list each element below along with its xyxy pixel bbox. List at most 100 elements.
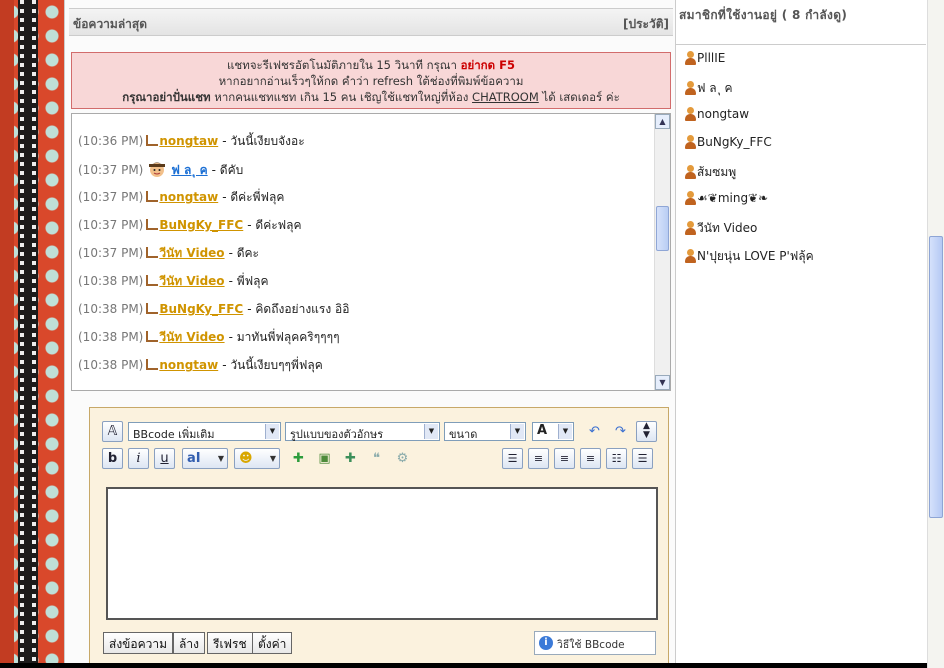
insert-image-icon[interactable]: ▣ <box>314 448 335 469</box>
chatroom-link[interactable]: CHATROOM <box>472 90 539 104</box>
member-item[interactable]: วีนัท Video <box>684 219 757 237</box>
chevron-down-icon: ▼ <box>265 424 279 439</box>
message-nick[interactable]: วีนัท Video <box>159 274 224 288</box>
message-text: - พี่ฟลุค <box>228 274 269 288</box>
bold-icon[interactable]: b <box>102 448 123 469</box>
decorative-side-strip <box>0 0 64 668</box>
strip-edge <box>0 0 14 668</box>
member-name: ฟ ล ุ ค <box>697 81 733 95</box>
chat-message: (10:38 PM) วีนัท Video - พี่ฟลุค <box>78 272 269 290</box>
message-nick[interactable]: nongtaw <box>159 134 218 148</box>
chat-title: ข้อความล่าสุด <box>73 17 148 31</box>
member-item[interactable]: ฟ ล ุ ค <box>684 79 733 97</box>
chat-message: (10:38 PM) nongtaw - วันนี้เงียบๆๆพี่ฟลุค <box>78 356 323 374</box>
clear-button[interactable]: ล้าง <box>173 632 205 654</box>
member-item[interactable]: ☙❦ming❦❧ <box>684 191 768 209</box>
user-icon <box>684 107 696 121</box>
message-nick[interactable]: nongtaw <box>159 190 218 204</box>
ordered-list-icon[interactable]: ☷ <box>606 448 627 469</box>
message-nick[interactable]: วีนัท Video <box>159 246 224 260</box>
scroll-thumb[interactable] <box>656 206 669 251</box>
user-badge-icon <box>146 359 159 370</box>
user-badge-icon <box>146 331 159 342</box>
message-nick[interactable]: วีนัท Video <box>159 330 224 344</box>
font-style-icon[interactable]: 𝔸 <box>102 421 123 442</box>
send-button[interactable]: ส่งข้อความ <box>103 632 174 654</box>
chat-message: (10:37 PM) BuNgKy_FFC - ดีค่ะฟลุค <box>78 216 302 234</box>
user-icon <box>684 135 696 149</box>
smiley-icon[interactable]: ☻ ▼ <box>234 448 280 469</box>
font-select-value: รูปแบบของตัวอักษร <box>290 428 384 441</box>
history-link[interactable]: [ประวัติ] <box>623 15 669 34</box>
message-time: (10:38 PM) <box>78 302 144 316</box>
align-left-icon[interactable]: ≡ <box>528 448 549 469</box>
italic-icon[interactable]: i <box>128 448 149 469</box>
message-text: - ดีค่ะฟลุค <box>247 218 302 232</box>
align-center-icon[interactable]: ≡ <box>554 448 575 469</box>
chevron-down-icon: ▼ <box>510 424 524 439</box>
message-editor: 𝔸 BBcode เพิ่มเติม ▼ รูปแบบของตัวอักษร ▼… <box>89 407 669 665</box>
member-item[interactable]: BuNgKy_FFC <box>684 135 772 153</box>
text-color-select[interactable]: A ▼ <box>532 422 574 441</box>
user-icon <box>684 191 696 205</box>
user-icon <box>684 165 696 179</box>
resize-icon[interactable]: ▲ ▼ <box>636 421 657 442</box>
member-name: BuNgKy_FFC <box>697 135 772 149</box>
chevron-down-icon: ▼ <box>269 454 276 463</box>
message-text: - คิดถึงอย่างแรง อิอิ <box>247 302 350 316</box>
member-item[interactable]: N'ปุยนุ่น LOVE P'ฟลุ้ค <box>684 247 814 265</box>
chevron-down-icon: ▼ <box>217 454 224 463</box>
redo-icon[interactable]: ↷ <box>610 421 631 442</box>
member-name: nongtaw <box>697 107 750 121</box>
notice-line-1-text: แชทจะรีเฟชรอัตโนมัติภายใน 15 วินาที กรุณ… <box>227 58 457 72</box>
member-item[interactable]: ส้มซมพู <box>684 163 736 181</box>
chevron-down-icon: ▼ <box>558 424 572 439</box>
chat-messages[interactable]: (10:36 PM) nongtaw - วันนี้เงียบจังอะ (10:3… <box>71 113 671 391</box>
message-textarea[interactable] <box>106 487 658 620</box>
insert-link-icon[interactable]: ✚ <box>288 448 309 469</box>
size-select[interactable]: ขนาด ▼ <box>444 422 526 441</box>
bullet-list-icon[interactable]: ☰ <box>632 448 653 469</box>
notice-line-2: หากอยากอ่านเร็วๆให้กด คำว่า refresh ใต้ช… <box>218 74 524 88</box>
underline-icon[interactable]: u <box>154 448 175 469</box>
indent-icon[interactable]: ☰ <box>502 448 523 469</box>
members-column: สมาชิกที่ใช้งานอยู่ ( 8 กำลังดู) PlllIE ฟ… <box>675 0 928 668</box>
chat-column: ข้อความล่าสุด [ประวัติ] แชทจะรีเฟชรอัตโน… <box>65 0 675 668</box>
chevron-down-icon: ▼ <box>424 424 438 439</box>
align-right-icon[interactable]: ≡ <box>580 448 601 469</box>
refresh-button[interactable]: รีเฟรช <box>207 632 253 654</box>
message-text: - วันนี้เงียบๆๆพี่ฟลุค <box>222 358 323 372</box>
chat-scrollbar[interactable]: ▲ ▼ <box>654 114 670 390</box>
bbcode-select[interactable]: BBcode เพิ่มเติม ▼ <box>128 422 281 441</box>
message-nick[interactable]: ฟ ล ุ ค <box>171 163 207 177</box>
window-scroll-thumb[interactable] <box>929 236 943 518</box>
bbcode-select-value: BBcode เพิ่มเติม <box>133 428 215 441</box>
notice-line-3: กรุณาอย่าปั่นแชท หากคนแชทแชท เกิน 15 คน … <box>72 89 670 105</box>
user-badge-icon <box>146 247 159 258</box>
scroll-up-button[interactable]: ▲ <box>655 114 670 129</box>
font-select[interactable]: รูปแบบของตัวอักษร ▼ <box>285 422 440 441</box>
bbcode-help-button[interactable]: i วิธีใช้ BBcode <box>534 631 656 655</box>
settings-button[interactable]: ตั้งค่า <box>252 632 293 654</box>
message-text: - มาทันพี่ฟลุคคริๆๆๆๆ <box>228 330 340 344</box>
member-name: PlllIE <box>697 51 726 65</box>
window-scrollbar[interactable] <box>927 0 944 668</box>
member-item[interactable]: nongtaw <box>684 107 749 125</box>
chat-message: (10:37 PM) nongtaw - ดีค่ะพี่ฟลุค <box>78 188 284 206</box>
message-nick[interactable]: BuNgKy_FFC <box>159 302 243 316</box>
code-icon[interactable]: ⚙ <box>392 448 413 469</box>
message-nick[interactable]: nongtaw <box>159 358 218 372</box>
user-avatar-icon <box>146 160 168 178</box>
member-name: ส้มซมพู <box>697 165 737 179</box>
notice-box: แชทจะรีเฟชรอัตโนมัติภายใน 15 วินาที กรุณ… <box>71 52 671 109</box>
scroll-down-button[interactable]: ▼ <box>655 375 670 390</box>
notice-spam-warning: กรุณาอย่าปั่นแชท <box>122 90 211 104</box>
user-badge-icon <box>146 219 159 230</box>
chat-message: (10:38 PM) วีนัท Video - มาทันพี่ฟลุคคริๆๆ… <box>78 328 340 346</box>
quote-icon[interactable]: ❝ <box>366 448 387 469</box>
undo-icon[interactable]: ↶ <box>584 421 605 442</box>
message-nick[interactable]: BuNgKy_FFC <box>159 218 243 232</box>
font-color-icon[interactable]: aI ▼ <box>182 448 228 469</box>
insert-media-icon[interactable]: ✚ <box>340 448 361 469</box>
member-item[interactable]: PlllIE <box>684 51 725 69</box>
